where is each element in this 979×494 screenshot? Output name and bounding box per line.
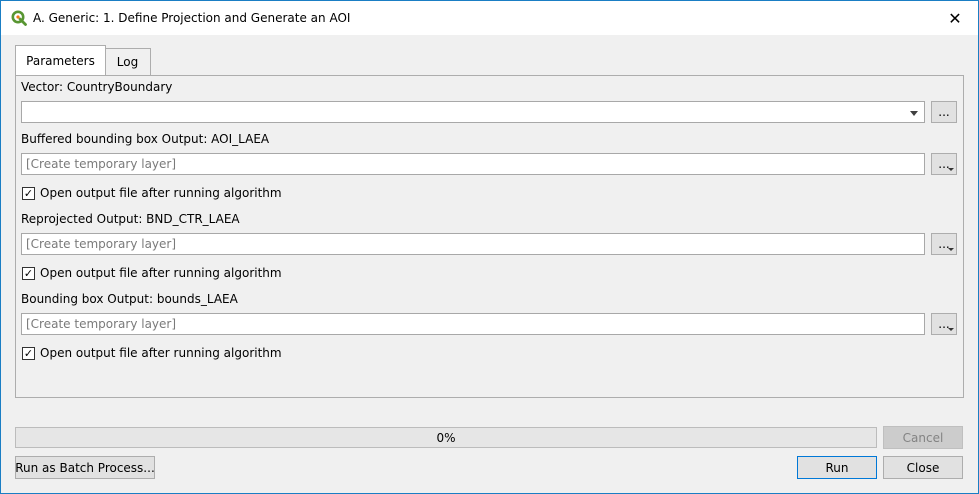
reprojected-browse-button[interactable]: ... [931,233,957,255]
ellipsis-icon: ... [938,105,950,119]
chevron-down-icon [948,248,954,251]
window-title: A. Generic: 1. Define Projection and Gen… [33,11,351,25]
parameters-panel: Vector: CountryBoundary ... Buffered bou… [15,75,964,398]
qgis-logo-icon [11,10,27,26]
title-bar: A. Generic: 1. Define Projection and Gen… [1,1,978,35]
buffered-bbox-output-field[interactable]: [Create temporary layer] [21,153,925,175]
cancel-button[interactable]: Cancel [883,426,963,449]
reprojected-output-field[interactable]: [Create temporary layer] [21,233,925,255]
output-placeholder: [Create temporary layer] [26,317,177,331]
output-placeholder: [Create temporary layer] [26,157,177,171]
dialog-window: A. Generic: 1. Define Projection and Gen… [0,0,979,494]
bbox-browse-button[interactable]: ... [931,313,957,335]
buffered-bbox-output-label: Buffered bounding box Output: AOI_LAEA [21,132,270,146]
tab-parameters[interactable]: Parameters [15,45,106,75]
run-button[interactable]: Run [797,456,877,479]
close-window-icon[interactable]: ✕ [932,1,978,35]
progress-text: 0% [436,431,456,445]
reprojected-output-label: Reprojected Output: BND_CTR_LAEA [21,212,240,226]
open-output-label-3: Open output file after running algorithm [40,346,282,360]
output-placeholder: [Create temporary layer] [26,237,177,251]
tab-label: Parameters [26,53,95,68]
vector-browse-button[interactable]: ... [931,101,957,123]
run-as-batch-button[interactable]: Run as Batch Process... [15,456,155,479]
bbox-output-field[interactable]: [Create temporary layer] [21,313,925,335]
chevron-down-icon [948,328,954,331]
vector-layer-dropdown[interactable] [21,101,925,123]
open-output-checkbox-1[interactable]: ✓ [22,187,35,200]
open-output-label-1: Open output file after running algorithm [40,186,282,200]
progress-bar: 0% [15,427,877,448]
close-button[interactable]: Close [883,456,963,479]
bbox-output-label: Bounding box Output: bounds_LAEA [21,292,238,306]
open-output-label-2: Open output file after running algorithm [40,266,282,280]
buffered-bbox-browse-button[interactable]: ... [931,153,957,175]
tab-label: Log [116,55,139,69]
vector-label: Vector: CountryBoundary [21,80,173,94]
chevron-down-icon [948,168,954,171]
chevron-down-icon [910,111,918,116]
open-output-checkbox-3[interactable]: ✓ [22,347,35,360]
open-output-checkbox-2[interactable]: ✓ [22,267,35,280]
tab-log[interactable]: Log [104,48,151,75]
